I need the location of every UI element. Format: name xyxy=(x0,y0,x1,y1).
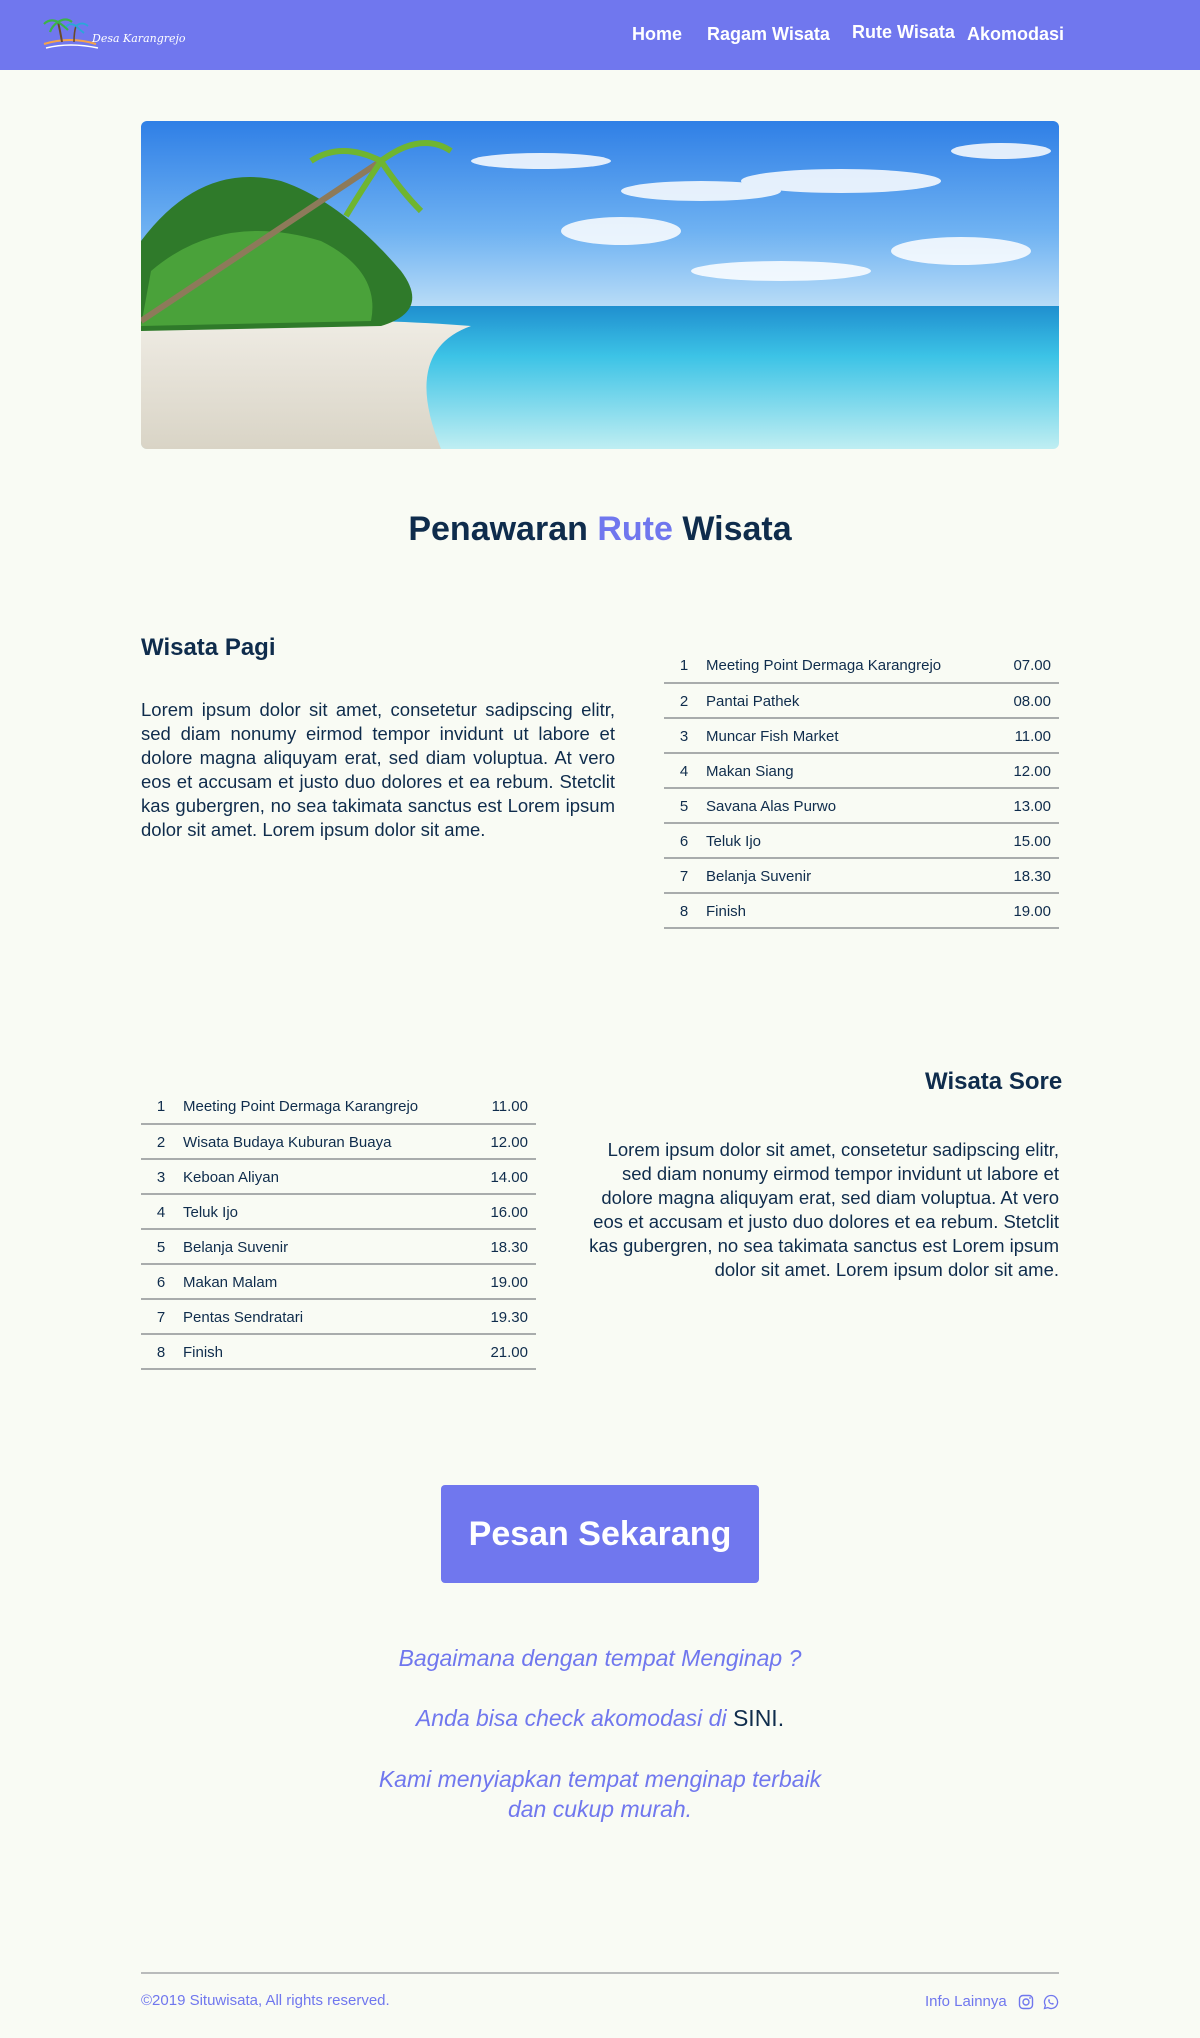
route-place: Pantai Pathek xyxy=(704,683,979,719)
route-time: 11.00 xyxy=(979,718,1059,754)
route-number: 1 xyxy=(141,1089,181,1125)
route-place: Finish xyxy=(181,1334,456,1370)
route-number: 5 xyxy=(664,788,704,824)
footer-divider xyxy=(141,1972,1059,1974)
info-tagline: Kami menyiapkan tempat menginap terbaik … xyxy=(0,1764,1200,1824)
paragraph-wisata-sore: Lorem ipsum dolor sit amet, consetetur s… xyxy=(589,1139,1059,1280)
route-time: 12.00 xyxy=(456,1124,536,1160)
route-number: 1 xyxy=(664,648,704,684)
route-time: 07.00 xyxy=(979,648,1059,684)
route-time: 18.30 xyxy=(456,1229,536,1265)
info-akomodasi-text: Anda bisa check akomodasi di xyxy=(415,1705,727,1731)
route-place: Pentas Sendratari xyxy=(181,1299,456,1335)
route-place: Belanja Suvenir xyxy=(704,858,979,894)
route-place: Teluk Ijo xyxy=(181,1194,456,1230)
route-place: Savana Alas Purwo xyxy=(704,788,979,824)
route-place: Meeting Point Dermaga Karangrejo xyxy=(704,648,979,684)
nav-rute-wisata[interactable]: Rute Wisata xyxy=(852,22,955,43)
page-title: Penawaran Rute Wisata xyxy=(0,510,1200,549)
route-place: Meeting Point Dermaga Karangrejo xyxy=(181,1089,456,1125)
route-place: Makan Siang xyxy=(704,753,979,789)
hero-image xyxy=(141,121,1059,449)
pagi-row: 1 Meeting Point Dermaga Karangrejo 07.00 xyxy=(664,648,1059,684)
route-place: Finish xyxy=(704,893,979,929)
info-period: . xyxy=(777,1705,785,1731)
nav-akomodasi[interactable]: Akomodasi xyxy=(967,24,1064,45)
route-number: 5 xyxy=(141,1229,181,1265)
paragraph-wisata-pagi: Lorem ipsum dolor sit amet, consetetur s… xyxy=(141,699,615,840)
route-number: 3 xyxy=(664,718,704,754)
route-time: 21.00 xyxy=(456,1334,536,1370)
pagi-row: 5 Savana Alas Purwo 13.00 xyxy=(664,788,1059,824)
route-place: Muncar Fish Market xyxy=(704,718,979,754)
pagi-row: 8 Finish 19.00 xyxy=(664,893,1059,929)
info-tagline-line2: dan cukup murah. xyxy=(507,1796,693,1822)
route-place: Teluk Ijo xyxy=(704,823,979,859)
sore-row: 4 Teluk Ijo 16.00 xyxy=(141,1194,536,1230)
sore-row: 6 Makan Malam 19.00 xyxy=(141,1264,536,1300)
info-lainnya-link[interactable]: Info Lainnya xyxy=(925,1993,1007,2010)
sore-row: 2 Wisata Budaya Kuburan Buaya 12.00 xyxy=(141,1124,536,1160)
sore-row: 5 Belanja Suvenir 18.30 xyxy=(141,1229,536,1265)
copyright-text: ©2019 Situwisata, All rights reserved. xyxy=(141,1992,390,2009)
pagi-row: 3 Muncar Fish Market 11.00 xyxy=(664,718,1059,754)
sini-link[interactable]: SINI xyxy=(733,1705,778,1731)
heading-wisata-sore: Wisata Sore xyxy=(925,1068,1063,1095)
route-number: 6 xyxy=(141,1264,181,1300)
route-number: 3 xyxy=(141,1159,181,1195)
route-place: Wisata Budaya Kuburan Buaya xyxy=(181,1124,456,1160)
nav-ragam-wisata[interactable]: Ragam Wisata xyxy=(707,24,830,45)
title-prefix: Penawaran xyxy=(408,510,588,548)
route-number: 6 xyxy=(664,823,704,859)
pesan-sekarang-button[interactable]: Pesan Sekarang xyxy=(441,1485,759,1583)
info-akomodasi-line: Anda bisa check akomodasi di SINI. xyxy=(0,1705,1200,1732)
route-place: Belanja Suvenir xyxy=(181,1229,456,1265)
route-table-pagi: 1 Meeting Point Dermaga Karangrejo 07.00 2 P… xyxy=(664,648,1059,929)
route-time: 19.30 xyxy=(456,1299,536,1335)
route-time: 16.00 xyxy=(456,1194,536,1230)
route-time: 12.00 xyxy=(979,753,1059,789)
logo-text: Desa Karangrejo xyxy=(92,32,186,45)
route-table-sore: 1 Meeting Point Dermaga Karangrejo 11.00 2 W… xyxy=(141,1089,536,1370)
pagi-row: 7 Belanja Suvenir 18.30 xyxy=(664,858,1059,894)
pagi-row: 6 Teluk Ijo 15.00 xyxy=(664,823,1059,859)
pagi-row: 4 Makan Siang 12.00 xyxy=(664,753,1059,789)
route-time: 15.00 xyxy=(979,823,1059,859)
route-time: 13.00 xyxy=(979,788,1059,824)
whatsapp-icon[interactable] xyxy=(1043,1994,1059,2010)
sore-row: 8 Finish 21.00 xyxy=(141,1334,536,1370)
info-tagline-line1: Kami menyiapkan tempat menginap terbaik xyxy=(378,1766,822,1792)
route-place: Keboan Aliyan xyxy=(181,1159,456,1195)
sore-row: 1 Meeting Point Dermaga Karangrejo 11.00 xyxy=(141,1089,536,1125)
route-number: 4 xyxy=(664,753,704,789)
instagram-icon[interactable] xyxy=(1018,1994,1034,2010)
route-number: 7 xyxy=(141,1299,181,1335)
title-accent: Rute xyxy=(597,510,673,548)
route-time: 11.00 xyxy=(456,1089,536,1125)
route-time: 19.00 xyxy=(979,893,1059,929)
route-number: 7 xyxy=(664,858,704,894)
route-time: 19.00 xyxy=(456,1264,536,1300)
route-number: 4 xyxy=(141,1194,181,1230)
route-time: 14.00 xyxy=(456,1159,536,1195)
beach-photo xyxy=(141,121,1059,449)
title-suffix: Wisata xyxy=(682,510,792,548)
route-time: 18.30 xyxy=(979,858,1059,894)
route-place: Makan Malam xyxy=(181,1264,456,1300)
pagi-row: 2 Pantai Pathek 08.00 xyxy=(664,683,1059,719)
navbar: Desa Karangrejo Home Ragam Wisata Rute W… xyxy=(0,0,1200,70)
sore-row: 3 Keboan Aliyan 14.00 xyxy=(141,1159,536,1195)
route-number: 2 xyxy=(141,1124,181,1160)
logo[interactable]: Desa Karangrejo xyxy=(40,14,186,54)
heading-wisata-pagi: Wisata Pagi xyxy=(141,634,276,661)
route-time: 08.00 xyxy=(979,683,1059,719)
sore-row: 7 Pentas Sendratari 19.30 xyxy=(141,1299,536,1335)
route-number: 8 xyxy=(141,1334,181,1370)
info-question: Bagaimana dengan tempat Menginap ? xyxy=(398,1645,802,1671)
route-number: 2 xyxy=(664,683,704,719)
route-number: 8 xyxy=(664,893,704,929)
nav-home[interactable]: Home xyxy=(632,24,682,45)
